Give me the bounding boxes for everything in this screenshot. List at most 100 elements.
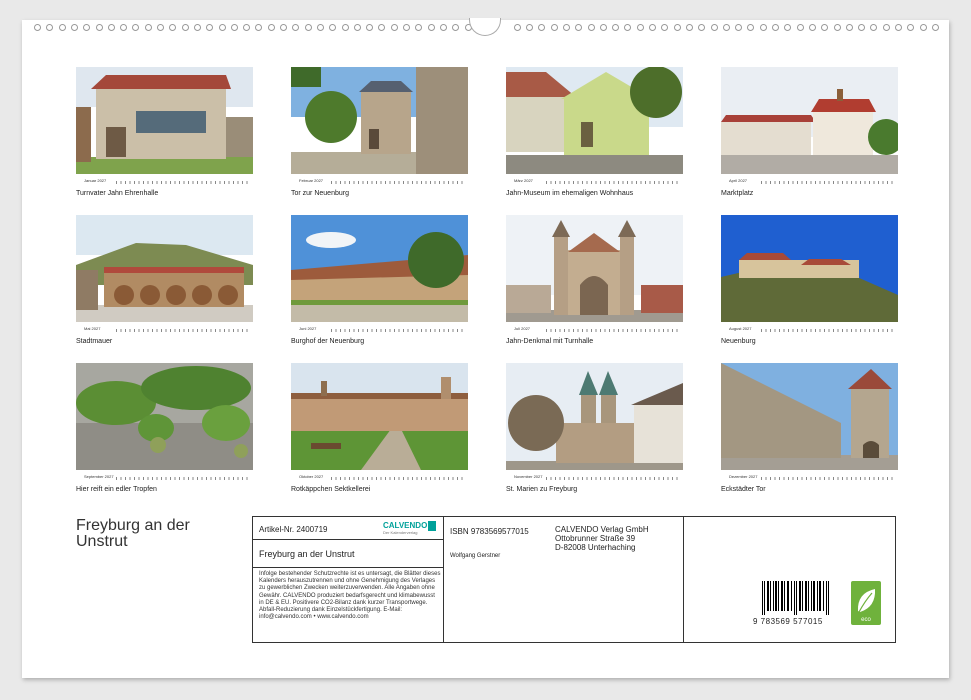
binding-ring: [784, 24, 792, 31]
binding-ring: [685, 24, 693, 31]
binding-ring: [673, 24, 681, 31]
binding-ring: [366, 24, 374, 31]
month-tile-july: Juli 2027 Jahn-Denkmal mit Turnhalle: [506, 215, 683, 345]
binding-ring: [316, 24, 324, 31]
month-photo: [76, 67, 253, 174]
binding-ring: [759, 24, 767, 31]
month-photo: [506, 363, 683, 470]
month-tile-october: Oktober 2027 Rotkäppchen Sektkellerei: [291, 363, 468, 493]
brand-logo-text: CALVENDO: [383, 521, 428, 530]
barcode: [760, 581, 832, 619]
binding-ring: [390, 24, 398, 31]
binding-ring: [70, 24, 78, 31]
binding-ring: [292, 24, 300, 31]
month-label: Januar 2027: [84, 178, 107, 183]
month-tile-february: Februar 2027 Tor zur Neuenburg: [291, 67, 468, 197]
month-photo: [291, 215, 468, 322]
binding-ring: [378, 24, 386, 31]
month-caption: Neuenburg: [721, 338, 756, 345]
binding-ring: [267, 24, 275, 31]
month-caption: Eckstädter Tor: [721, 486, 766, 493]
binding-ring: [796, 24, 804, 31]
month-tile-june: Juni 2027 Burghof der Neuenburg: [291, 215, 468, 345]
month-caption: St. Marien zu Freyburg: [506, 486, 578, 493]
binding-ring: [649, 24, 656, 31]
publisher-line-2: Ottobrunner Straße 39: [555, 534, 636, 543]
binding-ring: [341, 24, 349, 31]
month-label: Februar 2027: [299, 178, 324, 183]
month-tile-january: Januar 2027 Turnvater Jahn Ehrenhalle: [76, 67, 253, 197]
binding-ring: [870, 24, 878, 31]
publisher-line-1: CALVENDO Verlag GmbH: [555, 525, 649, 534]
binding-ring: [132, 24, 140, 31]
author: Wolfgang Gerstner: [450, 553, 501, 559]
binding-ring: [661, 24, 669, 31]
month-photo: [721, 363, 898, 470]
binding-ring: [427, 24, 435, 31]
binding-ring: [895, 24, 902, 31]
binding-ring: [513, 24, 521, 31]
binding-ring: [107, 24, 115, 31]
binding-ring: [58, 24, 66, 31]
month-label: September 2027: [84, 474, 114, 479]
binding-ring: [415, 24, 423, 31]
binding-ring: [612, 24, 620, 31]
binding-ring: [636, 24, 644, 31]
binding-ring: [452, 24, 460, 31]
isbn: ISBN 9783569577015: [450, 527, 529, 536]
month-label: November 2027: [514, 474, 543, 479]
month-photo: [76, 215, 253, 322]
binding-ring: [587, 24, 595, 31]
binding-ring: [735, 24, 743, 31]
publisher-line-3: D-82008 Unterhaching: [555, 543, 636, 552]
binding-ring: [230, 24, 238, 31]
binding-ring: [710, 24, 718, 31]
binding-ring: [858, 24, 866, 31]
binding-ring: [624, 24, 632, 31]
month-photo: [506, 67, 683, 174]
month-caption: Tor zur Neuenburg: [291, 190, 349, 197]
binding-ring: [193, 24, 201, 31]
binding-ring: [907, 24, 915, 31]
binding-ring: [747, 24, 755, 31]
month-photo: [721, 67, 898, 174]
month-caption: Hier reift ein edler Tropfen: [76, 486, 157, 493]
month-tile-september: September 2027 Hier reift ein edler Trop…: [76, 363, 253, 493]
binding-ring: [353, 24, 361, 31]
binding-ring: [255, 24, 263, 31]
month-photo: [76, 363, 253, 470]
binding-ring: [144, 24, 152, 31]
binding-ring: [698, 24, 706, 31]
month-label: August 2027: [729, 326, 752, 331]
binding-ring: [120, 24, 128, 31]
binding-ring: [243, 24, 251, 31]
month-tile-november: November 2027 St. Marien zu Freyburg: [506, 363, 683, 493]
month-caption: Stadtmauer: [76, 338, 113, 345]
calendar-title: Freyburg an der Unstrut: [76, 517, 190, 550]
product-title: Freyburg an der Unstrut: [259, 549, 355, 559]
binding-ring: [845, 24, 853, 31]
binding-ring: [599, 24, 607, 31]
binding-ring: [439, 24, 447, 31]
month-label: Juni 2027: [299, 326, 317, 331]
binding-ring: [46, 24, 54, 31]
month-caption: Jahn-Museum im ehemaligen Wohnhaus: [506, 190, 634, 197]
month-label: Mai 2027: [84, 326, 101, 331]
month-tile-april: April 2027 Marktplatz: [721, 67, 898, 197]
binding-ring: [550, 24, 558, 31]
binding-ring: [157, 24, 164, 31]
calvendo-logo-icon: [428, 521, 436, 531]
month-label: Dezember 2027: [729, 474, 758, 479]
binding-ring: [181, 24, 189, 31]
binding-ring: [83, 24, 91, 31]
binding-ring: [562, 24, 570, 31]
binding-ring: [919, 24, 927, 31]
binding-ring: [882, 24, 890, 31]
month-tile-december: Dezember 2027 Eckstädter Tor: [721, 363, 898, 493]
binding-ring: [304, 24, 312, 31]
month-photo: [291, 363, 468, 470]
binding-ring: [808, 24, 816, 31]
binding-ring: [722, 24, 730, 31]
binding-ring: [34, 24, 41, 31]
month-photo: [506, 215, 683, 322]
